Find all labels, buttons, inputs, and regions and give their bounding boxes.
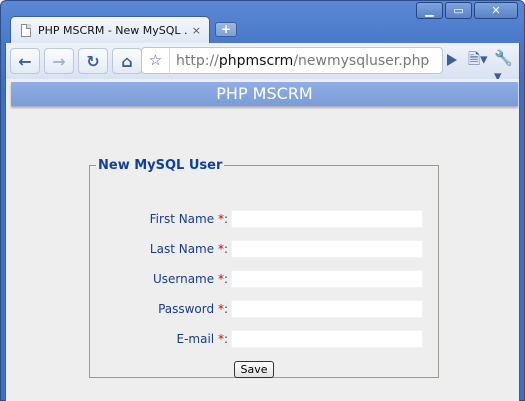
minimize-button[interactable]: ▁ <box>416 2 443 19</box>
url-host: phpmscrm <box>218 52 294 69</box>
username-label: Username *: <box>152 272 228 286</box>
username-row: Username *: <box>90 270 440 290</box>
tab-title: PHP MSCRM - New MySQL ... <box>38 24 188 37</box>
star-icon[interactable]: ☆ <box>142 48 170 73</box>
url-scheme: http:// <box>176 52 219 69</box>
close-window-button[interactable]: ✕ <box>474 2 518 19</box>
password-input[interactable] <box>231 300 423 318</box>
first-name-input[interactable] <box>231 210 423 228</box>
email-label: E-mail *: <box>176 332 229 346</box>
new-user-form: New MySQL User First Name *: Last Name *… <box>89 158 439 378</box>
back-button[interactable]: ← <box>10 48 40 74</box>
username-input[interactable] <box>231 270 423 288</box>
home-button[interactable]: ⌂ <box>112 48 142 74</box>
url-text[interactable]: http://phpmscrm/newmysqluser.php <box>170 53 429 69</box>
email-input[interactable] <box>231 330 423 348</box>
last-name-input[interactable] <box>231 240 423 258</box>
maximize-button[interactable]: ▭ <box>445 2 472 19</box>
reload-button[interactable]: ↻ <box>78 48 108 74</box>
new-tab-button[interactable]: + <box>215 22 237 37</box>
page-content: PHP MSCRM New MySQL User First Name *: L… <box>5 79 520 401</box>
password-row: Password *: <box>90 300 440 320</box>
tab-close-icon[interactable]: × <box>192 24 201 37</box>
go-icon[interactable] <box>447 54 457 66</box>
address-bar[interactable]: ☆ http://phpmscrm/newmysqluser.php <box>141 47 443 74</box>
back-icon: ← <box>18 51 32 71</box>
home-icon: ⌂ <box>121 51 133 71</box>
url-path: /newmysqluser.php <box>293 52 430 69</box>
forward-button[interactable]: → <box>44 48 74 74</box>
last-name-row: Last Name *: <box>90 240 440 260</box>
first-name-label: First Name *: <box>149 212 228 226</box>
browser-toolbar: ← → ↻ ⌂ ☆ http://phpmscrm/newmysqluser.p… <box>5 43 520 85</box>
tab-strip: PHP MSCRM - New MySQL ... × + ▁ ▭ ✕ <box>1 1 524 44</box>
page-menu-icon[interactable]: 🗎▾ <box>468 49 488 74</box>
page-icon <box>21 24 31 37</box>
window-controls: ▁ ▭ ✕ <box>414 2 518 19</box>
tab-active[interactable]: PHP MSCRM - New MySQL ... × <box>10 16 210 44</box>
form-legend: New MySQL User <box>98 158 223 173</box>
last-name-label: Last Name *: <box>149 242 228 256</box>
reload-icon: ↻ <box>86 51 100 71</box>
browser-window: PHP MSCRM - New MySQL ... × + ▁ ▭ ✕ ← → … <box>0 0 525 401</box>
forward-icon: → <box>52 51 66 71</box>
page-banner: PHP MSCRM <box>11 82 518 106</box>
save-button[interactable]: Save <box>234 361 274 378</box>
first-name-row: First Name *: <box>90 210 440 230</box>
password-label: Password *: <box>158 302 228 316</box>
email-row: E-mail *: <box>90 330 440 350</box>
